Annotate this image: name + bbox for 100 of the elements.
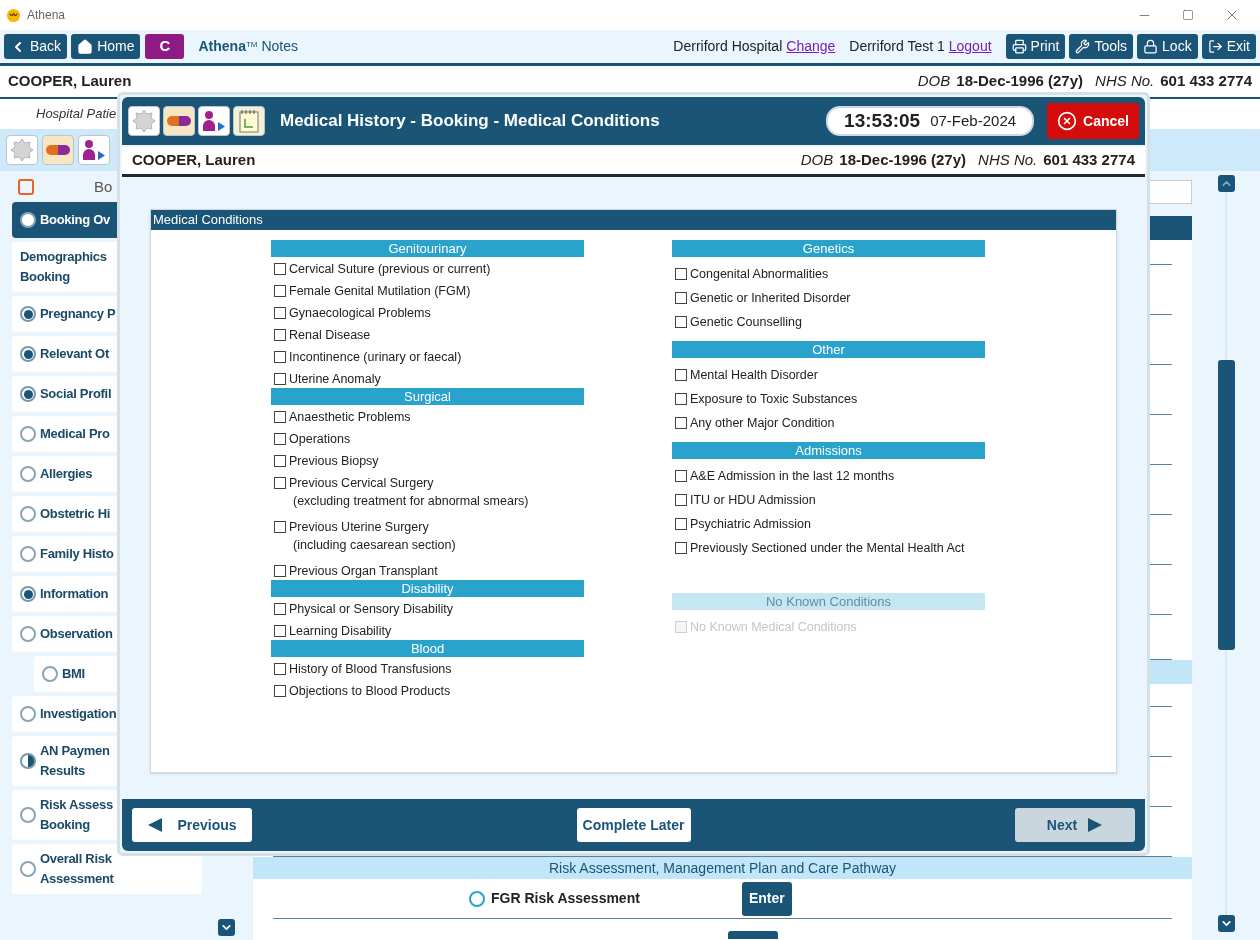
- dialog-title: Medical History - Booking - Medical Conditions: [280, 110, 660, 133]
- condition-label: Anaesthetic Problems: [289, 409, 411, 426]
- complete-later-button[interactable]: Complete Later: [576, 808, 691, 842]
- notepad-icon[interactable]: [233, 106, 265, 136]
- logout-link[interactable]: Logout: [948, 36, 992, 57]
- scroll-up-button[interactable]: [1217, 175, 1235, 192]
- condition-label: Previously Sectioned under the Mental Health Act: [690, 540, 965, 557]
- checkbox[interactable]: [675, 268, 687, 280]
- cancel-button[interactable]: Cancel: [1047, 103, 1139, 139]
- section-header: Disability: [271, 580, 584, 597]
- section-header: Blood: [271, 640, 584, 657]
- patient-name: COOPER, Lauren: [8, 71, 132, 92]
- checkbox[interactable]: [274, 351, 286, 363]
- maximize-icon[interactable]: [1182, 9, 1194, 21]
- dob-label: DOB: [917, 71, 951, 92]
- patient-name: COOPER, Lauren: [132, 150, 256, 171]
- condition-label: History of Blood Transfusions: [289, 661, 452, 678]
- checkbox[interactable]: [274, 455, 286, 467]
- section-header: Surgical: [271, 388, 584, 405]
- condition-label: Uterine Anomaly: [289, 371, 381, 388]
- condition-label: Any other Major Condition: [690, 415, 835, 432]
- dob-value: 18-Dec-1996 (27y): [956, 71, 1084, 92]
- person-icon[interactable]: [78, 135, 110, 165]
- sidebar-header: Bo: [94, 176, 113, 197]
- nhs-label: NHS No.: [1095, 71, 1155, 92]
- toolbar-button[interactable]: Back: [4, 34, 68, 59]
- checkbox[interactable]: [675, 369, 687, 381]
- checkbox[interactable]: [274, 565, 286, 577]
- condition-label: No Known Medical Conditions: [690, 619, 857, 636]
- condition-label: ITU or HDU Admission: [690, 492, 816, 509]
- condition-label: Female Genital Mutilation (FGM): [289, 283, 471, 300]
- exit-icon: [1207, 39, 1223, 54]
- app-logo-icon: [6, 7, 21, 23]
- checkbox[interactable]: [274, 625, 286, 637]
- checkbox[interactable]: [675, 470, 687, 482]
- checkbox[interactable]: [274, 329, 286, 341]
- change-link[interactable]: Change: [786, 36, 836, 57]
- checkbox[interactable]: [675, 316, 687, 328]
- dob-label: DOB: [800, 150, 834, 171]
- checkbox[interactable]: [675, 518, 687, 530]
- checkbox[interactable]: [274, 521, 286, 533]
- radio-icon: [469, 890, 485, 907]
- capsule-icon[interactable]: [42, 135, 74, 165]
- enter-button[interactable]: Enter: [741, 881, 792, 916]
- sidebar-item[interactable]: Overall Risk Assessment: [12, 844, 202, 894]
- toolbar-button[interactable]: Lock: [1137, 34, 1198, 59]
- close-circle-icon: [1057, 111, 1078, 131]
- condition-label: A&E Admission in the last 12 months: [690, 468, 895, 485]
- checkbox[interactable]: [675, 494, 687, 506]
- checkbox[interactable]: [675, 393, 687, 405]
- condition-label: Renal Disease: [289, 327, 371, 344]
- condition-label: Previous Uterine Surgery: [289, 519, 430, 536]
- condition-label: Previous Cervical Surgery: [289, 475, 435, 492]
- condition-note: (excluding treatment for abnormal smears): [292, 493, 529, 510]
- checkbox[interactable]: [274, 663, 286, 675]
- capsule-icon[interactable]: [163, 106, 195, 136]
- section-band: Risk Assessment, Management Plan and Care Pathway: [253, 857, 1192, 879]
- section-header: Admissions: [672, 442, 985, 459]
- checkbox[interactable]: [274, 373, 286, 385]
- lock-icon: [1143, 39, 1159, 54]
- scroll-down-button[interactable]: [1217, 915, 1235, 932]
- home-icon: [77, 38, 94, 55]
- checkbox[interactable]: [675, 417, 687, 429]
- toolbar-button[interactable]: Exit: [1201, 34, 1256, 59]
- next-button: Next: [1015, 808, 1135, 842]
- scrollbar-thumb[interactable]: [1217, 360, 1235, 650]
- person-icon[interactable]: [198, 106, 230, 136]
- checkbox[interactable]: [274, 477, 286, 489]
- subheader-text: Hospital Patie: [36, 105, 117, 124]
- checkbox[interactable]: [274, 433, 286, 445]
- c-button[interactable]: C: [145, 34, 185, 59]
- condition-label: Mental Health Disorder: [690, 367, 818, 384]
- nhs-label: NHS No.: [978, 150, 1038, 171]
- checkbox[interactable]: [675, 542, 687, 554]
- toolbar-button[interactable]: Tools: [1069, 34, 1134, 59]
- checkbox[interactable]: [274, 685, 286, 697]
- printer-icon: [1011, 39, 1027, 54]
- condition-label: Congenital Abnormalities: [690, 266, 829, 283]
- app-name: Athena$^{TM}$ Notes: [198, 37, 298, 56]
- wrench-icon: [1075, 39, 1091, 54]
- checkbox[interactable]: [274, 263, 286, 275]
- previous-button[interactable]: Previous: [132, 808, 252, 842]
- condition-label: Cervical Suture (previous or current): [289, 261, 491, 278]
- card-title: Medical Conditions: [151, 210, 1116, 230]
- section-header: Genitourinary: [271, 240, 584, 257]
- condition-label: Exposure to Toxic Substances: [690, 391, 858, 408]
- toolbar-button[interactable]: Print: [1005, 34, 1066, 59]
- condition-label: Physical or Sensory Disability: [289, 601, 453, 618]
- nhs-number: 601 433 2774: [1160, 71, 1252, 92]
- toolbar-button[interactable]: Home: [71, 34, 141, 59]
- checkbox[interactable]: [274, 285, 286, 297]
- checkbox[interactable]: [274, 307, 286, 319]
- condition-label: Previous Biopsy: [289, 453, 379, 470]
- checkbox[interactable]: [675, 292, 687, 304]
- checkbox[interactable]: [274, 603, 286, 615]
- condition-note: (including caesarean section): [292, 537, 456, 554]
- section-header: Genetics: [672, 240, 985, 257]
- clock-date: 07-Feb-2024: [930, 110, 1017, 131]
- scroll-down-button[interactable]: [218, 919, 235, 936]
- checkbox[interactable]: [274, 411, 286, 423]
